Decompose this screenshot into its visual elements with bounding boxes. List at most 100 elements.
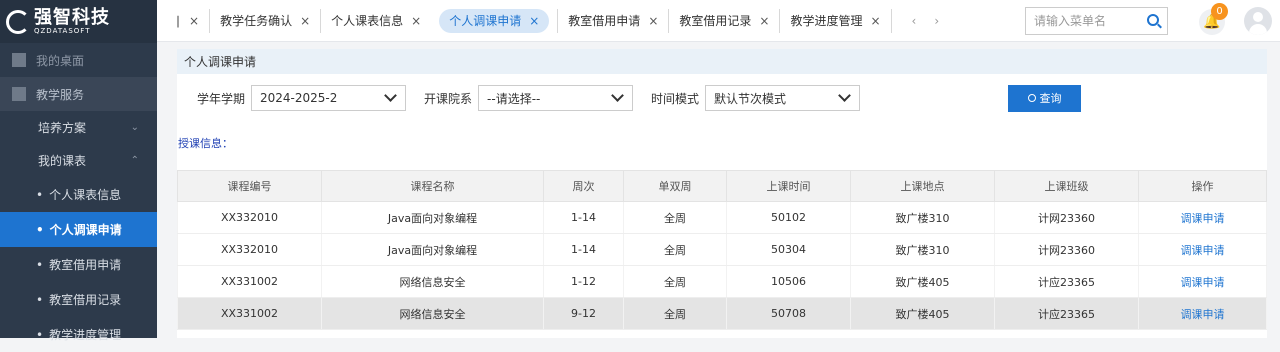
cell-odd-even: 全周 [623,201,727,234]
close-icon[interactable]: × [189,14,199,28]
search-input[interactable] [1034,14,1144,28]
sidebar-item-class-adjust[interactable]: 个人调课申请 [0,212,157,247]
college-value: --请选择-- [487,91,541,106]
tab-label: 教学任务确认 [220,14,293,28]
sidebar: 强智科技 QZDATASOFT 我的桌面 教学服务 培养方案 ⌄ 我的课表 ⌃ … [0,0,157,342]
sidebar-group-training-plan[interactable]: 培养方案 ⌄ [0,111,157,144]
cell-action: 调课申请 [1138,201,1267,234]
term-label: 学年学期 [197,91,246,106]
cell-weeks: 1-12 [543,265,624,298]
menu-search [1025,7,1168,35]
cell-class: 计应23365 [994,265,1139,298]
logo-mark-icon [6,9,30,34]
search-icon [1027,94,1036,102]
close-icon[interactable]: × [300,14,310,28]
service-icon [12,87,26,101]
sidebar-item-room-borrow-apply[interactable]: 教室借用申请 [0,247,157,282]
chevron-down-icon [611,89,624,102]
cell-course-name: 网络信息安全 [321,297,544,330]
sidebar-item-room-borrow-record[interactable]: 教室借用记录 [0,282,157,317]
cell-time: 50304 [726,233,851,266]
header-odd-even: 单双周 [623,170,727,202]
close-icon[interactable]: × [529,14,539,28]
close-icon[interactable]: × [759,14,769,28]
course-table: 课程编号 课程名称 周次 单双周 上课时间 上课地点 上课班级 操作 XX332… [177,170,1267,330]
cell-course-code: XX331002 [177,265,322,298]
tab-class-adjust[interactable]: 个人调课申请 × [439,8,550,33]
chevron-down-icon [384,89,397,102]
notification-badge: 0 [1211,3,1228,20]
chevron-left-icon[interactable]: ‹ [912,14,917,28]
term-select[interactable]: 2024-2025-2 [251,85,407,111]
college-select[interactable]: --请选择-- [478,85,634,111]
windows-icon [12,53,26,67]
cell-odd-even: 全周 [623,265,727,298]
adjust-apply-link[interactable]: 调课申请 [1181,212,1225,225]
tab-truncated[interactable]: ∣ × [157,8,211,33]
mode-value: 默认节次模式 [714,91,787,106]
cell-course-name: 网络信息安全 [321,265,544,298]
chevron-right-icon[interactable]: › [934,14,939,28]
tab-progress-manage[interactable]: 教学进度管理 × [780,8,892,33]
tab-label: 教学进度管理 [790,14,863,28]
cell-time: 10506 [726,265,851,298]
tab-room-borrow-apply[interactable]: 教室借用申请 × [557,8,670,33]
mode-label: 时间模式 [651,91,700,106]
tab-label: 个人调课申请 [449,14,522,28]
tab-label: ∣ [175,13,181,28]
header-time: 上课时间 [726,170,851,202]
avatar[interactable] [1244,7,1272,35]
sidebar-item-teaching-service[interactable]: 教学服务 [0,77,157,111]
cell-time: 50102 [726,201,851,234]
logo: 强智科技 QZDATASOFT [0,0,157,43]
cell-location: 致广楼405 [850,297,995,330]
tab-teaching-task-confirm[interactable]: 教学任务确认 × [210,8,322,33]
tab-label: 个人课表信息 [331,14,404,28]
tab-label: 教室借用记录 [679,14,752,28]
tab-label: 教室借用申请 [568,14,641,28]
query-label: 查询 [1039,92,1062,105]
cell-course-code: XX332010 [177,201,322,234]
table-row: XX331002 网络信息安全 1-12 全周 10506 致广楼405 计应2… [177,265,1267,298]
cell-location: 致广楼405 [850,265,995,298]
cell-weeks: 9-12 [543,297,624,330]
cell-class: 计网23360 [994,201,1139,234]
tab-nav: ‹ › [912,14,940,28]
cell-course-name: Java面向对象编程 [321,201,544,234]
tab-room-borrow-record[interactable]: 教室借用记录 × [669,8,781,33]
table-row: XX331002 网络信息安全 9-12 全周 50708 致广楼405 计应2… [177,297,1267,330]
cell-odd-even: 全周 [623,297,727,330]
cell-location: 致广楼310 [850,201,995,234]
tab-personal-schedule[interactable]: 个人课表信息 × [321,9,431,33]
chevron-down-icon: ⌄ [130,122,139,133]
adjust-apply-link[interactable]: 调课申请 [1181,308,1225,321]
search-icon[interactable] [1147,14,1159,26]
mode-select[interactable]: 默认节次模式 [705,85,861,111]
sidebar-item-progress-manage[interactable]: 教学进度管理 [0,317,157,352]
sidebar-group-label: 我的课表 [38,154,87,168]
sidebar-item-personal-schedule[interactable]: 个人课表信息 [0,177,157,212]
close-icon[interactable]: × [870,14,880,28]
cell-weeks: 1-14 [543,233,624,266]
header-action: 操作 [1138,170,1267,202]
sidebar-item-label: 我的桌面 [36,53,85,68]
close-icon[interactable]: × [411,14,421,28]
sidebar-item-label: 教学服务 [36,87,85,102]
adjust-apply-link[interactable]: 调课申请 [1181,244,1225,257]
main-panel: 个人调课申请 学年学期 2024-2025-2 开课院系 --请选择-- 时间模… [177,49,1267,338]
logo-name: 强智科技 [34,6,110,28]
cell-time: 50708 [726,297,851,330]
sidebar-group-my-schedule[interactable]: 我的课表 ⌃ [0,144,157,177]
cell-location: 致广楼310 [850,233,995,266]
table-row: XX332010 Java面向对象编程 1-14 全周 50102 致广楼310… [177,201,1267,234]
filter-bar: 学年学期 2024-2025-2 开课院系 --请选择-- 时间模式 默认节次模… [177,74,1267,122]
header-class: 上课班级 [994,170,1139,202]
cell-course-code: XX331002 [177,297,322,330]
section-label: 授课信息： [178,137,233,150]
close-icon[interactable]: × [648,14,658,28]
adjust-apply-link[interactable]: 调课申请 [1181,276,1225,289]
cell-action: 调课申请 [1138,265,1267,298]
header-course-code: 课程编号 [177,170,322,202]
sidebar-item-desktop[interactable]: 我的桌面 [0,43,157,77]
query-button[interactable]: 查询 [1008,84,1082,112]
